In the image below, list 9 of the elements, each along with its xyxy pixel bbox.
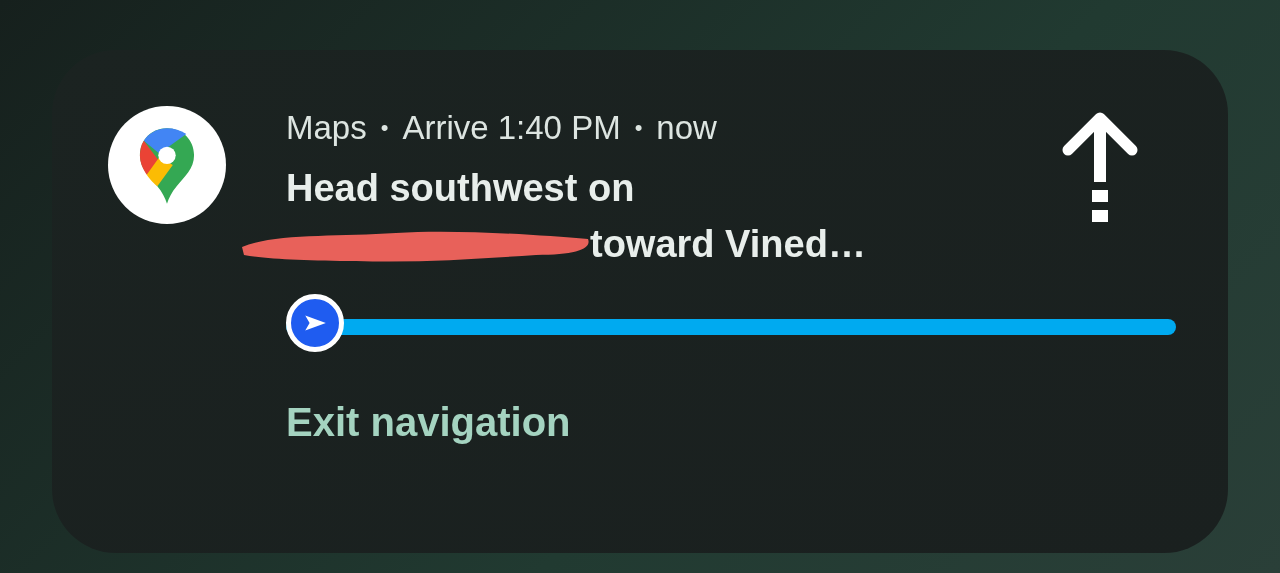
arrival-time: Arrive 1:40 PM (402, 109, 621, 147)
app-name: Maps (286, 109, 367, 147)
separator: • (380, 115, 389, 141)
timestamp: now (656, 109, 717, 147)
instruction-text: Head southwest on (286, 166, 636, 211)
instruction-text: toward Vined… (590, 222, 866, 267)
notification-card[interactable]: Maps • Arrive 1:40 PM • now Head southwest on toward Vined… Exit navigation (52, 50, 1228, 553)
separator: • (634, 115, 643, 141)
exit-navigation-button[interactable]: Exit navigation (286, 400, 571, 445)
